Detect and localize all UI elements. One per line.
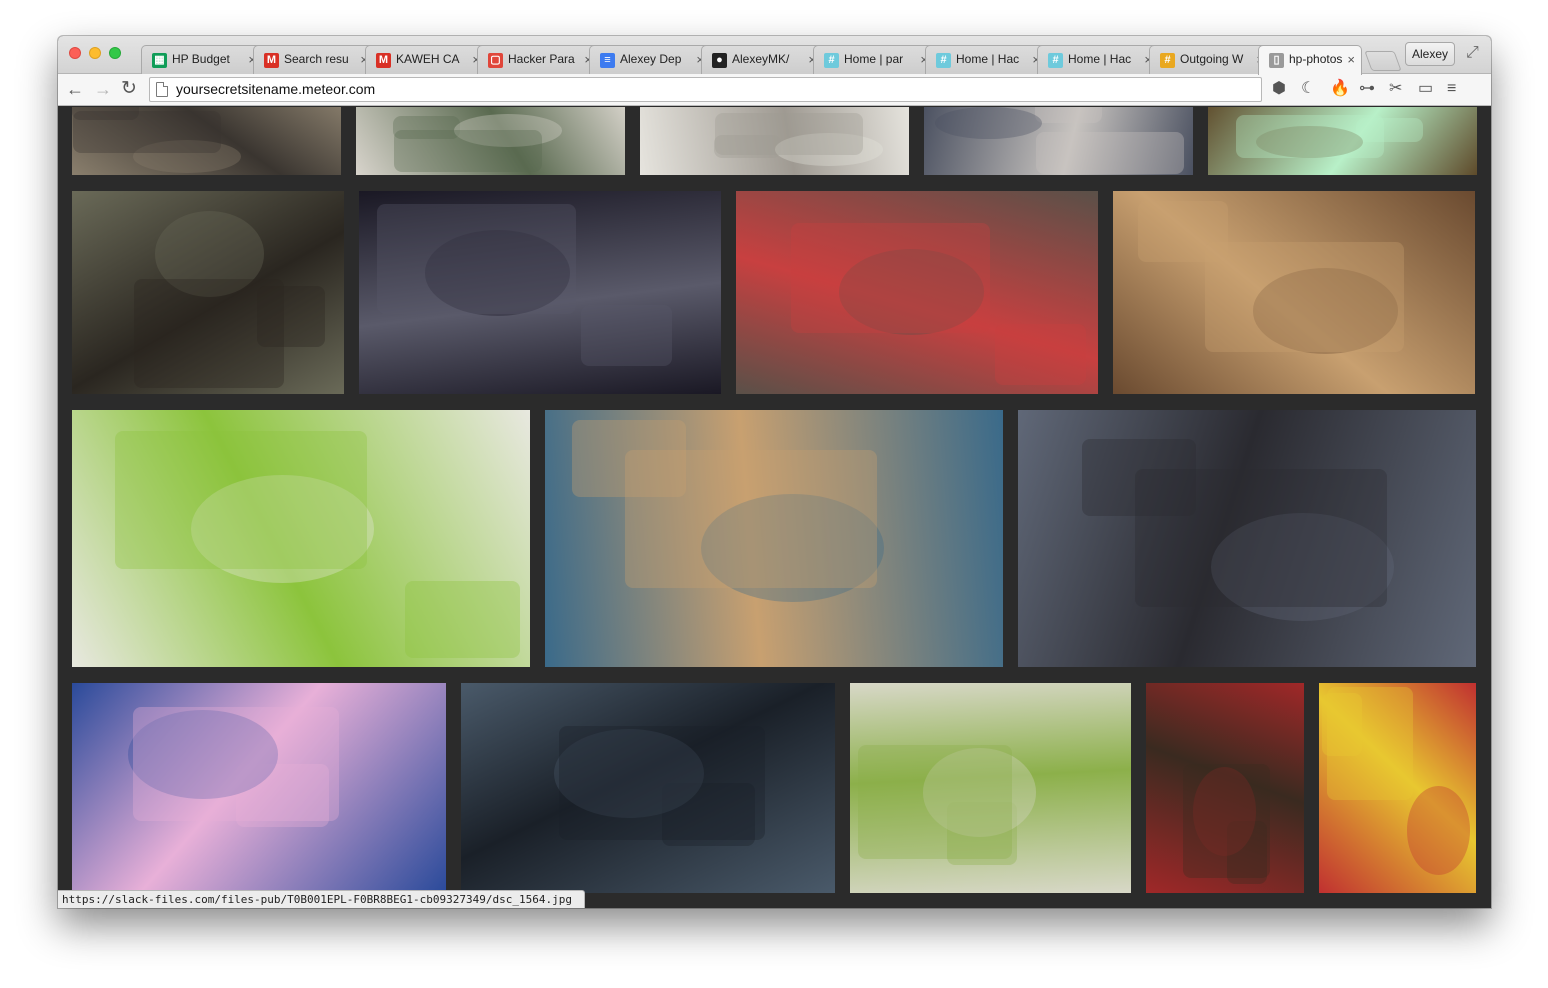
tab-title: hp-photos (1289, 52, 1343, 66)
tab-title: Hacker Para (508, 52, 575, 66)
photo-detail (1035, 132, 1184, 175)
tab-3[interactable]: ▢Hacker Para× (477, 45, 599, 74)
gallery-photo[interactable] (1208, 107, 1477, 175)
gallery-photo[interactable] (72, 683, 446, 893)
tab-close-icon[interactable]: × (1347, 46, 1355, 73)
tab-title: Home | par (844, 52, 904, 66)
photo-detail (857, 745, 1013, 859)
photo-detail (1235, 115, 1384, 158)
browser-toolbar: ← → ↻ yoursecretsitename.meteor.com ⬢ ☾ 🔥 ⊶… (58, 74, 1491, 106)
profile-button[interactable]: Alexey (1405, 42, 1455, 66)
window-close-button[interactable] (69, 47, 81, 59)
gmail-icon: M (264, 53, 279, 68)
address-bar[interactable]: yoursecretsitename.meteor.com (149, 77, 1262, 102)
photo-detail (559, 726, 765, 840)
photo-detail (1326, 686, 1413, 800)
photo-detail (934, 107, 1043, 140)
photo-detail (581, 305, 672, 366)
slack-icon: # (1048, 53, 1063, 68)
photo-detail (114, 430, 367, 570)
cast-icon[interactable]: ▭ (1418, 79, 1433, 99)
photo-detail (405, 581, 520, 659)
gallery-photo[interactable] (924, 107, 1193, 175)
forward-button[interactable]: → (94, 77, 112, 101)
gallery-photo[interactable] (1113, 191, 1475, 394)
photo-detail (133, 707, 339, 821)
tab-1[interactable]: MSearch resu× (253, 45, 375, 74)
gallery-photo[interactable] (72, 410, 530, 667)
slack-icon: # (1160, 53, 1175, 68)
tab-2[interactable]: MKAWEH CA× (365, 45, 487, 74)
github-icon: ● (712, 53, 727, 68)
gallery-photo[interactable] (640, 107, 909, 175)
tab-title: Search resu (284, 52, 349, 66)
gmail-icon: M (376, 53, 391, 68)
reload-button[interactable]: ↻ (121, 77, 137, 101)
gallery-photo[interactable] (1319, 683, 1476, 893)
photo-detail (1205, 242, 1405, 352)
hexagon-extension-icon[interactable]: ⬢ (1272, 79, 1286, 99)
photo-detail (1035, 107, 1103, 123)
fullscreen-icon[interactable]: ⤢ (1466, 44, 1479, 62)
status-bar-link: https://slack-files.com/files-pub/T0B001… (58, 890, 585, 908)
gallery-photo[interactable] (850, 683, 1131, 893)
gallery-photo[interactable] (1146, 683, 1304, 893)
tab-title: Home | Hac (1068, 52, 1132, 66)
tab-7[interactable]: #Home | Hac× (925, 45, 1047, 74)
tab-title: Outgoing W (1180, 52, 1244, 66)
fire-extension-icon[interactable]: 🔥 (1330, 79, 1350, 99)
gallery-photo[interactable] (736, 191, 1098, 394)
slack-icon: # (936, 53, 951, 68)
photo-gallery: https://slack-files.com/files-pub/T0B001… (58, 107, 1491, 908)
docs-icon: ≡ (600, 53, 615, 68)
photo-detail (1134, 468, 1387, 608)
tab-title: HP Budget (172, 52, 230, 66)
window-maximize-button[interactable] (109, 47, 121, 59)
tab-10[interactable]: ▯ hp-photos × (1258, 45, 1362, 75)
photo-detail (1183, 764, 1270, 878)
page-icon (156, 82, 168, 97)
moon-extension-icon[interactable]: ☾ (1301, 79, 1315, 99)
tab-4[interactable]: ≡Alexey Dep× (589, 45, 711, 74)
gallery-photo[interactable] (461, 683, 835, 893)
tab-6[interactable]: #Home | par× (813, 45, 935, 74)
photo-detail (1406, 786, 1470, 875)
photo-detail (624, 449, 877, 589)
gallery-photo[interactable] (1018, 410, 1476, 667)
tab-title: AlexeyMK/ (732, 52, 790, 66)
photo-detail (714, 113, 863, 156)
gallery-photo[interactable] (72, 107, 341, 175)
tab-9[interactable]: #Outgoing W× (1149, 45, 1271, 74)
tab-8[interactable]: #Home | Hac× (1037, 45, 1159, 74)
back-button[interactable]: ← (66, 77, 84, 101)
photo-detail (393, 130, 542, 173)
gallery-photo[interactable] (356, 107, 625, 175)
tab-5[interactable]: ●AlexeyMK/× (701, 45, 823, 74)
window-minimize-button[interactable] (89, 47, 101, 59)
photo-detail (134, 278, 284, 389)
url-text[interactable]: yoursecretsitename.meteor.com (176, 78, 375, 101)
tab-0[interactable]: ▦HP Budget× (141, 45, 263, 74)
slack-icon: # (824, 53, 839, 68)
photo-detail (791, 223, 991, 333)
gallery-photo[interactable] (545, 410, 1003, 667)
tab-title: KAWEH CA (396, 52, 460, 66)
photo-detail (377, 204, 577, 314)
browser-window: ▦HP Budget×MSearch resu×MKAWEH CA×▢Hacke… (58, 36, 1491, 908)
photo-detail (72, 111, 221, 154)
tab-title: Home | Hac (956, 52, 1020, 66)
new-tab-button[interactable] (1364, 51, 1402, 71)
mask-extension-icon[interactable]: ⊶ (1359, 79, 1375, 99)
square-icon: ▢ (488, 53, 503, 68)
scissors-extension-icon[interactable]: ✂ (1389, 79, 1402, 99)
photo-detail (995, 324, 1086, 385)
gallery-photo[interactable] (359, 191, 721, 394)
page-icon: ▯ (1269, 53, 1284, 68)
sheets-icon: ▦ (152, 53, 167, 68)
gallery-photo[interactable] (72, 191, 344, 394)
tab-strip: ▦HP Budget×MSearch resu×MKAWEH CA×▢Hacke… (58, 36, 1491, 75)
menu-icon[interactable]: ≡ (1447, 79, 1456, 99)
tab-title: Alexey Dep (620, 52, 682, 66)
